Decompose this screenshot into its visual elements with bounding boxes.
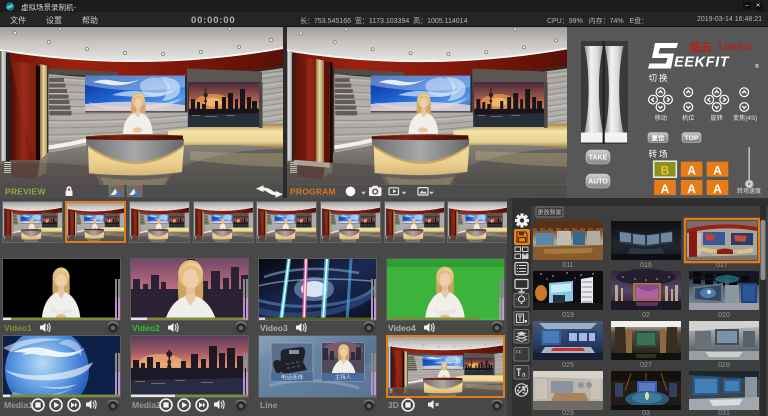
svg-text:Video2: Video2 bbox=[132, 323, 160, 333]
svg-text:电话连线: 电话连线 bbox=[281, 373, 304, 381]
svg-text:Media2: Media2 bbox=[132, 400, 161, 410]
svg-text:03: 03 bbox=[642, 410, 650, 416]
svg-text:020: 020 bbox=[718, 312, 730, 319]
svg-text:®: ® bbox=[755, 63, 759, 70]
svg-text:更改背景: 更改背景 bbox=[537, 208, 561, 216]
svg-text:011: 011 bbox=[562, 262, 573, 269]
svg-text:027: 027 bbox=[640, 362, 652, 369]
svg-text:TOP: TOP bbox=[685, 135, 699, 142]
svg-text:A: A bbox=[661, 182, 670, 196]
svg-text:Video4: Video4 bbox=[388, 323, 416, 333]
svg-text:PROGRAM: PROGRAM bbox=[290, 187, 336, 197]
svg-text:Video3: Video3 bbox=[260, 323, 288, 333]
svg-text:FF: FF bbox=[516, 350, 522, 355]
svg-text:a: a bbox=[522, 372, 526, 379]
svg-text:Line: Line bbox=[260, 400, 278, 410]
svg-text:A: A bbox=[713, 182, 722, 196]
svg-text:TAKE: TAKE bbox=[589, 155, 608, 162]
svg-text:B: B bbox=[661, 164, 670, 178]
svg-text:转场速度: 转场速度 bbox=[737, 187, 761, 195]
svg-text:3D: 3D bbox=[388, 400, 399, 410]
svg-text:临云: 临云 bbox=[690, 40, 712, 54]
svg-text:031: 031 bbox=[718, 410, 730, 416]
svg-text:AUTO: AUTO bbox=[588, 179, 608, 186]
svg-text:A: A bbox=[713, 164, 722, 178]
svg-text:Video1: Video1 bbox=[4, 323, 32, 333]
svg-text:Media1: Media1 bbox=[4, 400, 33, 410]
svg-text:切换: 切换 bbox=[649, 73, 670, 83]
svg-text:017: 017 bbox=[716, 262, 728, 269]
svg-text:A: A bbox=[687, 182, 696, 196]
svg-text:转场: 转场 bbox=[649, 149, 670, 159]
svg-text:029: 029 bbox=[562, 410, 574, 416]
svg-text:变焦(4S): 变焦(4S) bbox=[733, 114, 757, 122]
svg-text:016: 016 bbox=[640, 262, 652, 269]
svg-text:复位: 复位 bbox=[651, 133, 666, 142]
svg-text:LinkYou: LinkYou bbox=[717, 43, 751, 53]
svg-text:PREVIEW: PREVIEW bbox=[5, 187, 46, 197]
svg-text:主持人: 主持人 bbox=[335, 373, 352, 381]
svg-text:025: 025 bbox=[562, 362, 574, 369]
svg-text:机位: 机位 bbox=[682, 114, 694, 122]
svg-text:旋转: 旋转 bbox=[711, 114, 723, 122]
svg-text:028: 028 bbox=[718, 362, 730, 369]
svg-text:019: 019 bbox=[562, 312, 574, 319]
svg-text:02: 02 bbox=[642, 312, 650, 319]
svg-text:A: A bbox=[687, 164, 696, 178]
svg-text:EEKFIT: EEKFIT bbox=[674, 55, 730, 71]
svg-text:移动: 移动 bbox=[655, 114, 667, 122]
